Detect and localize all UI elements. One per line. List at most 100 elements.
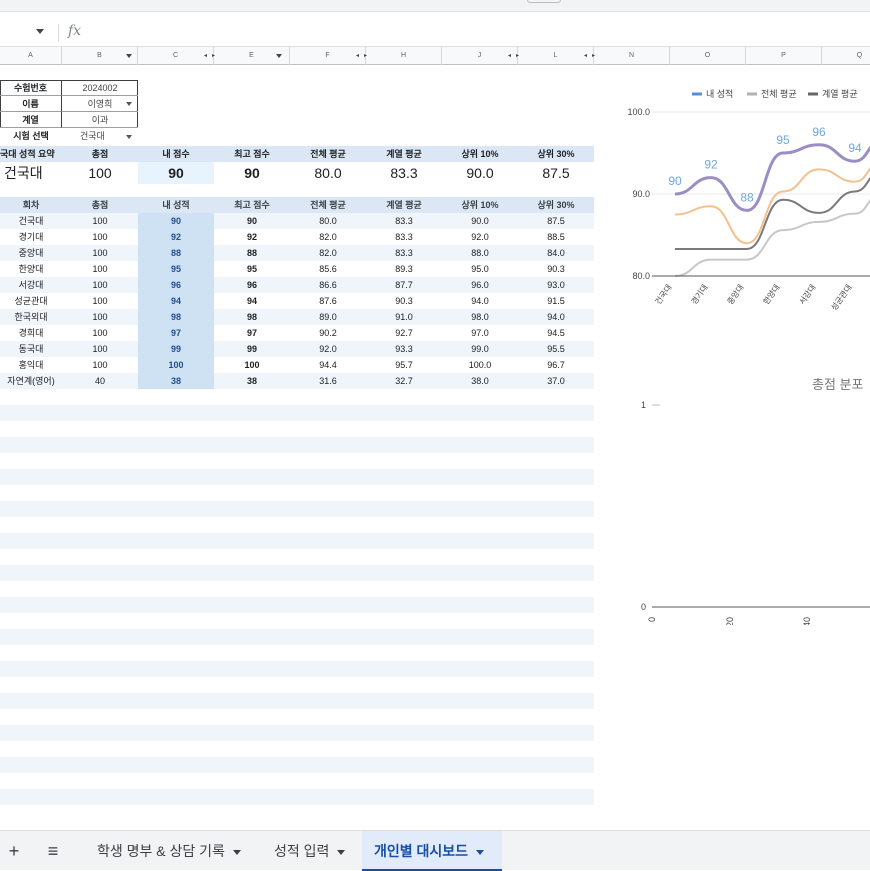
table-cell[interactable]: 100	[62, 341, 138, 357]
table-cell[interactable]: 100	[62, 325, 138, 341]
summary-value[interactable]: 90	[138, 162, 214, 184]
empty-row[interactable]	[0, 757, 594, 773]
name-box-dropdown-icon[interactable]	[36, 29, 44, 34]
series-line[interactable]	[674, 172, 870, 250]
row-school-name[interactable]: 성균관대	[0, 293, 62, 309]
collapse-handle[interactable]	[527, 0, 561, 3]
column-header[interactable]: A	[0, 47, 62, 65]
tab-personal-dashboard[interactable]: 개인별 대시보드	[362, 831, 502, 871]
collapsed-column-indicator-icon[interactable]: ◂	[584, 52, 587, 59]
table-cell[interactable]: 95.0	[442, 261, 518, 277]
table-cell[interactable]: 90.0	[442, 213, 518, 229]
column-header[interactable]: F	[290, 47, 366, 65]
collapsed-column-indicator-icon[interactable]: ◂	[356, 52, 359, 59]
row-school-name[interactable]: 서강대	[0, 277, 62, 293]
table-cell[interactable]: 94.5	[518, 325, 594, 341]
table-cell[interactable]: 31.6	[290, 373, 366, 389]
table-cell[interactable]: 100	[62, 277, 138, 293]
table-cell[interactable]: 98	[138, 309, 214, 325]
table-cell[interactable]: 83.3	[366, 245, 442, 261]
table-cell[interactable]: 97	[214, 325, 290, 341]
table-cell[interactable]: 100	[138, 357, 214, 373]
table-cell[interactable]: 90	[214, 213, 290, 229]
table-cell[interactable]: 93.3	[366, 341, 442, 357]
table-cell[interactable]: 89.0	[290, 309, 366, 325]
table-cell[interactable]: 90	[138, 213, 214, 229]
histogram-chart[interactable]: 총점 분포 1 00 20 40	[600, 365, 870, 625]
table-cell[interactable]: 90.3	[366, 293, 442, 309]
row-school-name[interactable]: 자연계(영어)	[0, 373, 62, 389]
table-cell[interactable]: 92.0	[290, 341, 366, 357]
column-header[interactable]: O	[670, 47, 746, 65]
table-cell[interactable]: 100	[62, 213, 138, 229]
table-cell[interactable]: 95.5	[518, 341, 594, 357]
table-cell[interactable]: 96	[214, 277, 290, 293]
table-cell[interactable]: 96.7	[518, 357, 594, 373]
exam-select-value[interactable]: 건국대	[80, 128, 130, 144]
row-school-name[interactable]: 경기대	[0, 229, 62, 245]
empty-row[interactable]	[0, 597, 594, 613]
all-sheets-menu-icon[interactable]: ≡	[42, 831, 64, 871]
table-cell[interactable]: 85.6	[290, 261, 366, 277]
table-cell[interactable]: 97.0	[442, 325, 518, 341]
column-header[interactable]: P	[746, 47, 822, 65]
table-cell[interactable]: 90.3	[518, 261, 594, 277]
table-cell[interactable]: 100	[62, 309, 138, 325]
collapsed-column-indicator-icon[interactable]: ▸	[364, 52, 367, 59]
table-cell[interactable]: 100	[62, 293, 138, 309]
tab-score-input[interactable]: 성적 입력	[262, 831, 358, 871]
table-cell[interactable]: 95	[214, 261, 290, 277]
row-school-name[interactable]: 동국대	[0, 341, 62, 357]
table-cell[interactable]: 92.7	[366, 325, 442, 341]
table-cell[interactable]: 99	[214, 341, 290, 357]
tab-student-roster[interactable]: 학생 명부 & 상담 기록	[86, 831, 256, 871]
column-header[interactable]: C	[138, 47, 214, 65]
legend-label[interactable]: 전체 평균	[761, 89, 797, 99]
table-cell[interactable]: 98	[214, 309, 290, 325]
table-cell[interactable]: 88.0	[442, 245, 518, 261]
table-cell[interactable]: 98.0	[442, 309, 518, 325]
table-cell[interactable]: 38	[214, 373, 290, 389]
empty-row[interactable]	[0, 501, 594, 517]
column-header[interactable]: H	[366, 47, 442, 65]
tab-dropdown-icon[interactable]	[337, 849, 346, 855]
column-header[interactable]: Q	[822, 47, 870, 65]
column-header[interactable]: J	[442, 47, 518, 65]
line-chart[interactable]: 내 성적 전체 평균 계열 평균 80.0 90.0 100.0 90 92 88 95 96 94 건…	[600, 65, 870, 345]
filter-dropdown-icon[interactable]	[126, 54, 132, 58]
row-school-name[interactable]: 경희대	[0, 325, 62, 341]
table-cell[interactable]: 88	[138, 245, 214, 261]
collapsed-column-indicator-icon[interactable]: ▸	[212, 52, 215, 59]
table-cell[interactable]: 96	[138, 277, 214, 293]
empty-row[interactable]	[0, 789, 594, 805]
table-cell[interactable]: 92	[214, 229, 290, 245]
table-cell[interactable]: 100	[62, 245, 138, 261]
empty-row[interactable]	[0, 565, 594, 581]
sheet-grid[interactable]: 수험번호 2024002 이름 이영희 계열 이과 시험 선택 건국대 국대 성적 요약 총점 내 …	[0, 65, 600, 815]
table-cell[interactable]: 100	[62, 261, 138, 277]
table-cell[interactable]: 95	[138, 261, 214, 277]
empty-row[interactable]	[0, 629, 594, 645]
table-cell[interactable]: 94.0	[442, 293, 518, 309]
exam-select-dropdown-icon[interactable]	[126, 135, 132, 139]
row-school-name[interactable]: 홍익대	[0, 357, 62, 373]
empty-row[interactable]	[0, 437, 594, 453]
table-cell[interactable]: 100	[214, 357, 290, 373]
table-cell[interactable]: 37.0	[518, 373, 594, 389]
legend-label[interactable]: 내 성적	[706, 88, 733, 99]
row-school-name[interactable]: 한국외대	[0, 309, 62, 325]
table-cell[interactable]: 92.0	[442, 229, 518, 245]
table-cell[interactable]: 96.0	[442, 277, 518, 293]
legend-label[interactable]: 계열 평균	[822, 88, 858, 99]
info-value[interactable]: 이과	[62, 112, 138, 128]
tab-dropdown-icon[interactable]	[232, 849, 241, 855]
table-cell[interactable]: 91.0	[366, 309, 442, 325]
empty-row[interactable]	[0, 469, 594, 485]
table-cell[interactable]: 94.0	[518, 309, 594, 325]
table-cell[interactable]: 91.5	[518, 293, 594, 309]
table-cell[interactable]: 82.0	[290, 229, 366, 245]
table-cell[interactable]: 80.0	[290, 213, 366, 229]
collapsed-column-indicator-icon[interactable]: ◂	[204, 52, 207, 59]
empty-row[interactable]	[0, 693, 594, 709]
table-cell[interactable]: 38.0	[442, 373, 518, 389]
